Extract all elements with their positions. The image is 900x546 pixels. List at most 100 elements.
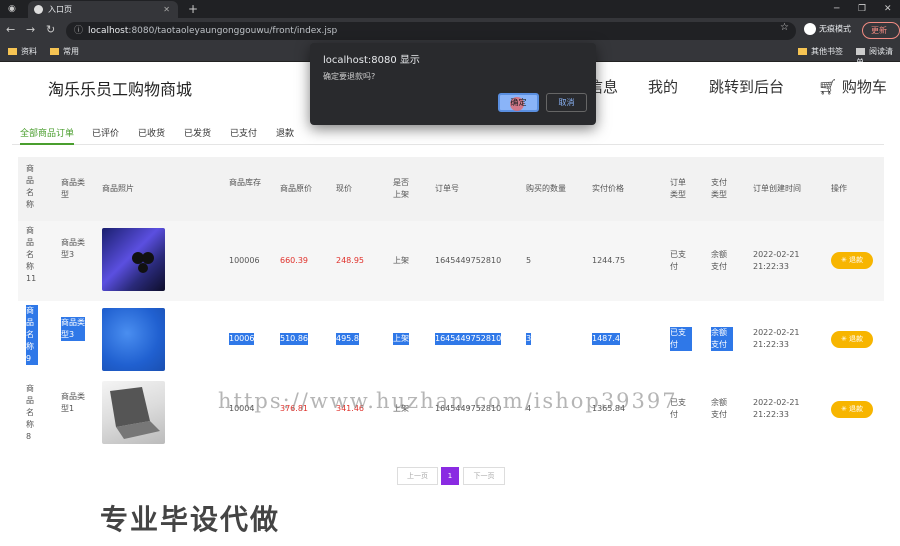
cart-icon: 🛒︎ xyxy=(818,78,838,96)
url-path: :8080/taotaoleyaungonggouwu/front/index.… xyxy=(128,26,338,36)
nav-mine[interactable]: 我的 xyxy=(648,76,678,97)
folder-icon xyxy=(8,48,17,55)
refund-icon: ✳ xyxy=(840,335,847,343)
cell-listed: 上架 xyxy=(393,333,409,345)
col-price: 现价 xyxy=(336,184,352,193)
restore-icon[interactable]: ❐ xyxy=(858,0,866,18)
ok-label: 确定 xyxy=(510,98,527,107)
col-name: 商品名称 xyxy=(26,164,34,209)
nav-cart[interactable]: 🛒︎ 购物车 xyxy=(818,76,887,97)
folder-icon xyxy=(798,48,807,55)
table-row: 商品名称11 商品类型3 100006 660.39 248.95 上架 164… xyxy=(18,221,884,301)
address-bar-row: ← → ↻ ⓘ localhost:8080/taotaoleyaungongg… xyxy=(0,18,900,43)
cell-price: 495.8 xyxy=(336,333,359,345)
cell-stock: 100006 xyxy=(229,256,260,265)
cell-price: 248.95 xyxy=(336,256,364,265)
refund-button[interactable]: ✳ 退款 xyxy=(831,401,873,418)
forward-arrow-icon[interactable]: → xyxy=(26,23,35,36)
cell-order-no: 1645449752810 xyxy=(435,333,502,345)
browser-tab-strip: ◉ 入口页 ✕ + ─ ❐ ✕ xyxy=(0,0,900,18)
cell-order-type: 已支付 xyxy=(670,250,686,271)
col-action: 操作 xyxy=(831,184,847,193)
folder-icon xyxy=(50,48,59,55)
browser-tab[interactable]: 入口页 ✕ xyxy=(28,1,178,18)
info-icon[interactable]: ⓘ xyxy=(74,22,83,40)
minimize-icon[interactable]: ─ xyxy=(834,0,839,18)
col-photo: 商品照片 xyxy=(102,184,134,193)
cell-qty: 5 xyxy=(526,256,532,265)
watermark-text: https://www.huzhan.com/ishop39397 xyxy=(218,389,678,413)
refund-button[interactable]: ✳ 退款 xyxy=(831,252,873,269)
product-photo[interactable] xyxy=(102,228,165,291)
tab-title: 入口页 xyxy=(48,5,72,14)
page-content: 淘乐乐员工购物商城 信息 我的 跳转到后台 🛒︎ 购物车 全部商品订单 已评价 … xyxy=(0,62,900,546)
cell-created: 2022-02-21 21:22:33 xyxy=(753,250,800,271)
back-arrow-icon[interactable]: ← xyxy=(6,23,15,36)
dialog-title: localhost:8080 显示 xyxy=(323,55,420,66)
phone-camera-icon xyxy=(132,252,154,273)
window-close-icon[interactable]: ✕ xyxy=(884,0,892,18)
browser-menu-icon[interactable]: ◉ xyxy=(8,0,16,18)
next-page-button[interactable]: 下一页 xyxy=(463,467,505,485)
table-header: 商品名称 商品类型 商品照片 商品库存 商品原价 现价 是否上架 订单号 购买的… xyxy=(18,157,884,221)
tab-close-icon[interactable]: ✕ xyxy=(163,1,170,18)
cell-name: 商品名称11 xyxy=(26,226,37,283)
col-qty: 购买的数量 xyxy=(526,184,566,193)
reload-icon[interactable]: ↻ xyxy=(46,23,55,36)
dialog-message: 确定要退款吗? xyxy=(323,72,376,81)
tab-received[interactable]: 已收货 xyxy=(138,126,165,139)
reading-list-icon xyxy=(856,48,865,55)
col-listed: 是否上架 xyxy=(393,178,409,199)
bookmark-item[interactable]: 资料 xyxy=(8,46,37,57)
cell-orig-price: 660.39 xyxy=(280,256,308,265)
cell-pay-type: 余额支付 xyxy=(711,327,733,351)
cell-pay-type: 余额支付 xyxy=(711,398,727,419)
update-button[interactable]: 更新 xyxy=(862,22,900,39)
bookmark-item[interactable]: 常用 xyxy=(50,46,79,57)
tab-favicon-icon xyxy=(34,5,43,14)
cell-type: 商品类型3 xyxy=(61,238,85,259)
cell-name: 商品名称8 xyxy=(26,384,34,441)
url-host: localhost xyxy=(88,26,129,36)
tab-refund[interactable]: 退款 xyxy=(276,126,294,139)
col-order-no: 订单号 xyxy=(435,184,459,193)
tab-reviewed[interactable]: 已评价 xyxy=(92,126,119,139)
cell-stock: 10006 xyxy=(229,333,255,345)
site-logo[interactable]: 淘乐乐员工购物商城 xyxy=(48,76,192,100)
new-tab-icon[interactable]: + xyxy=(188,0,198,18)
tab-shipped[interactable]: 已发货 xyxy=(184,126,211,139)
dialog-ok-button[interactable]: 确定 xyxy=(498,93,539,112)
tab-paid[interactable]: 已支付 xyxy=(230,126,257,139)
url-input[interactable]: ⓘ localhost:8080/taotaoleyaungonggouwu/f… xyxy=(66,22,796,40)
cell-type: 商品类型3 xyxy=(61,317,85,341)
incognito-profile[interactable]: 无痕模式 xyxy=(804,23,851,35)
nav-admin[interactable]: 跳转到后台 xyxy=(709,76,784,97)
cell-pay-type: 余额支付 xyxy=(711,250,727,271)
refund-icon: ✳ xyxy=(840,256,847,264)
promo-banner: 专业毕设代做 xyxy=(100,503,281,536)
laptop-icon xyxy=(110,387,160,439)
order-tabs: 全部商品订单 已评价 已收货 已发货 已支付 退款 xyxy=(12,125,884,145)
product-photo[interactable] xyxy=(102,381,165,444)
table-row: 商品名称9 商品类型3 10006 510.86 495.8 上架 164544… xyxy=(18,301,884,381)
cell-order-type: 已支付 xyxy=(670,327,692,351)
bookmark-item[interactable]: 其他书签 xyxy=(798,46,843,57)
cell-created: 2022-02-21 21:22:33 xyxy=(753,328,800,349)
col-paid: 实付价格 xyxy=(592,184,624,193)
page-1-button[interactable]: 1 xyxy=(441,467,459,485)
tab-all-orders[interactable]: 全部商品订单 xyxy=(20,126,75,145)
col-pay-type: 支付类型 xyxy=(711,178,727,199)
product-photo[interactable] xyxy=(102,308,165,371)
cell-paid: 1244.75 xyxy=(592,256,626,265)
cell-qty: 3 xyxy=(526,333,532,345)
col-created: 订单创建时间 xyxy=(753,184,801,193)
col-order-type: 订单类型 xyxy=(670,178,686,199)
refund-icon: ✳ xyxy=(840,405,847,413)
col-type: 商品类型 xyxy=(61,178,85,199)
profile-label: 无痕模式 xyxy=(819,24,851,34)
prev-page-button[interactable]: 上一页 xyxy=(397,467,438,485)
star-icon[interactable]: ☆ xyxy=(780,22,789,33)
dialog-cancel-button[interactable]: 取消 xyxy=(546,93,587,112)
col-stock: 商品库存 xyxy=(229,178,261,187)
refund-button[interactable]: ✳ 退款 xyxy=(831,331,873,348)
